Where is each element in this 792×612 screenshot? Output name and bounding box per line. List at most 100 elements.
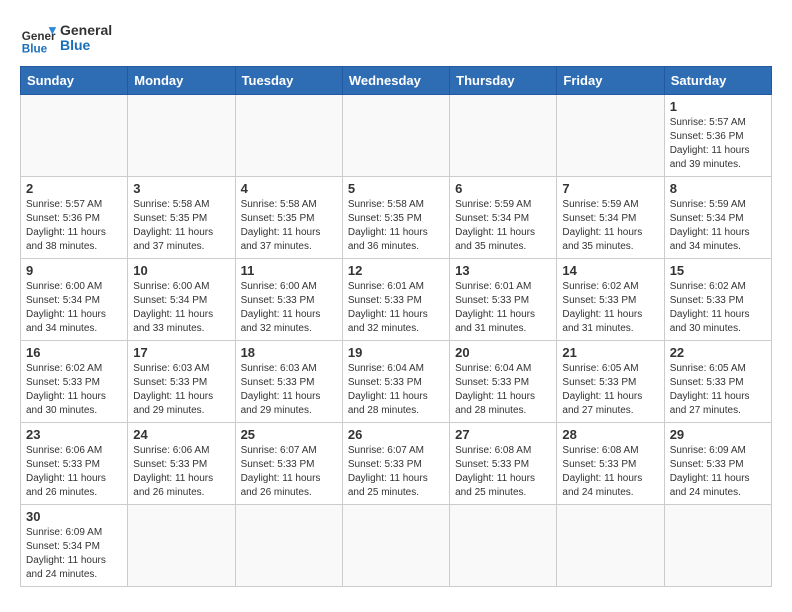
day-info: Sunrise: 5:57 AM Sunset: 5:36 PM Dayligh… [26,198,122,254]
day-number: 1 [670,99,766,114]
day-info: Sunrise: 6:05 AM Sunset: 5:33 PM Dayligh… [670,362,766,418]
day-number: 23 [26,427,122,442]
day-number: 30 [26,509,122,524]
day-number: 18 [241,345,337,360]
day-info: Sunrise: 5:58 AM Sunset: 5:35 PM Dayligh… [133,198,229,254]
calendar-cell: 28 Sunrise: 6:08 AM Sunset: 5:33 PM Dayli… [557,423,664,505]
day-number: 11 [241,263,337,278]
day-number: 2 [26,181,122,196]
calendar-cell [450,505,557,587]
weekday-header-wednesday: Wednesday [342,67,449,95]
calendar-cell: 14Sunrise: 6:02 AM Sunset: 5:33 PM Dayli… [557,259,664,341]
calendar-cell [235,505,342,587]
calendar-cell: 3 Sunrise: 5:58 AM Sunset: 5:35 PM Daylig… [128,177,235,259]
day-number: 12 [348,263,444,278]
calendar-week-row: 16 Sunrise: 6:02 AM Sunset: 5:33 PM Dayli… [21,341,772,423]
day-number: 6 [455,181,551,196]
calendar-cell: 9 Sunrise: 6:00 AM Sunset: 5:34 PM Daylig… [21,259,128,341]
calendar-cell: 13 Sunrise: 6:01 AM Sunset: 5:33 PM Dayli… [450,259,557,341]
day-number: 17 [133,345,229,360]
calendar-cell [342,95,449,177]
day-info: Sunrise: 6:03 AM Sunset: 5:33 PM Dayligh… [241,362,337,418]
calendar-cell: 23 Sunrise: 6:06 AM Sunset: 5:33 PM Dayli… [21,423,128,505]
day-number: 27 [455,427,551,442]
day-number: 29 [670,427,766,442]
weekday-header-row: SundayMondayTuesdayWednesdayThursdayFrid… [21,67,772,95]
weekday-header-monday: Monday [128,67,235,95]
day-info: Sunrise: 6:04 AM Sunset: 5:33 PM Dayligh… [348,362,444,418]
day-number: 19 [348,345,444,360]
calendar-cell: 29Sunrise: 6:09 AM Sunset: 5:33 PM Dayli… [664,423,771,505]
calendar-week-row: 2 Sunrise: 5:57 AM Sunset: 5:36 PM Daylig… [21,177,772,259]
calendar-cell [557,95,664,177]
day-info: Sunrise: 6:09 AM Sunset: 5:34 PM Dayligh… [26,526,122,582]
day-number: 26 [348,427,444,442]
day-info: Sunrise: 6:02 AM Sunset: 5:33 PM Dayligh… [670,280,766,336]
calendar-cell: 30 Sunrise: 6:09 AM Sunset: 5:34 PM Dayli… [21,505,128,587]
calendar-cell: 1Sunrise: 5:57 AM Sunset: 5:36 PM Daylig… [664,95,771,177]
day-info: Sunrise: 6:01 AM Sunset: 5:33 PM Dayligh… [455,280,551,336]
calendar-cell [664,505,771,587]
calendar-cell [235,95,342,177]
day-number: 9 [26,263,122,278]
calendar-cell: 18 Sunrise: 6:03 AM Sunset: 5:33 PM Dayli… [235,341,342,423]
calendar-cell: 6Sunrise: 5:59 AM Sunset: 5:34 PM Daylig… [450,177,557,259]
day-info: Sunrise: 5:59 AM Sunset: 5:34 PM Dayligh… [562,198,658,254]
day-info: Sunrise: 6:06 AM Sunset: 5:33 PM Dayligh… [133,444,229,500]
calendar-cell: 10Sunrise: 6:00 AM Sunset: 5:34 PM Dayli… [128,259,235,341]
day-info: Sunrise: 6:04 AM Sunset: 5:33 PM Dayligh… [455,362,551,418]
day-info: Sunrise: 6:00 AM Sunset: 5:34 PM Dayligh… [26,280,122,336]
day-info: Sunrise: 6:00 AM Sunset: 5:34 PM Dayligh… [133,280,229,336]
day-number: 21 [562,345,658,360]
weekday-header-thursday: Thursday [450,67,557,95]
calendar-cell: 19 Sunrise: 6:04 AM Sunset: 5:33 PM Dayli… [342,341,449,423]
day-number: 5 [348,181,444,196]
day-info: Sunrise: 6:06 AM Sunset: 5:33 PM Dayligh… [26,444,122,500]
calendar-week-row: 9 Sunrise: 6:00 AM Sunset: 5:34 PM Daylig… [21,259,772,341]
logo-blue-text: Blue [60,38,112,53]
day-number: 28 [562,427,658,442]
calendar-cell: 20 Sunrise: 6:04 AM Sunset: 5:33 PM Dayli… [450,341,557,423]
day-info: Sunrise: 6:07 AM Sunset: 5:33 PM Dayligh… [241,444,337,500]
day-info: Sunrise: 6:08 AM Sunset: 5:33 PM Dayligh… [562,444,658,500]
weekday-header-sunday: Sunday [21,67,128,95]
weekday-header-friday: Friday [557,67,664,95]
day-number: 22 [670,345,766,360]
calendar-cell: 5Sunrise: 5:58 AM Sunset: 5:35 PM Daylig… [342,177,449,259]
calendar-cell [21,95,128,177]
day-number: 3 [133,181,229,196]
day-number: 16 [26,345,122,360]
calendar-cell: 7 Sunrise: 5:59 AM Sunset: 5:34 PM Daylig… [557,177,664,259]
calendar-cell: 22 Sunrise: 6:05 AM Sunset: 5:33 PM Dayli… [664,341,771,423]
day-info: Sunrise: 6:02 AM Sunset: 5:33 PM Dayligh… [562,280,658,336]
logo-icon: General Blue [20,20,56,56]
day-number: 20 [455,345,551,360]
day-number: 7 [562,181,658,196]
calendar-cell [128,95,235,177]
day-info: Sunrise: 6:00 AM Sunset: 5:33 PM Dayligh… [241,280,337,336]
calendar-cell: 26 Sunrise: 6:07 AM Sunset: 5:33 PM Dayli… [342,423,449,505]
calendar-cell: 16 Sunrise: 6:02 AM Sunset: 5:33 PM Dayli… [21,341,128,423]
weekday-header-saturday: Saturday [664,67,771,95]
calendar-cell: 24Sunrise: 6:06 AM Sunset: 5:33 PM Dayli… [128,423,235,505]
calendar-cell: 17 Sunrise: 6:03 AM Sunset: 5:33 PM Dayli… [128,341,235,423]
day-info: Sunrise: 5:59 AM Sunset: 5:34 PM Dayligh… [670,198,766,254]
calendar-cell: 4Sunrise: 5:58 AM Sunset: 5:35 PM Daylig… [235,177,342,259]
calendar-cell [128,505,235,587]
day-number: 13 [455,263,551,278]
logo: General Blue General Blue [20,20,112,56]
weekday-header-tuesday: Tuesday [235,67,342,95]
calendar-cell: 15Sunrise: 6:02 AM Sunset: 5:33 PM Dayli… [664,259,771,341]
day-number: 25 [241,427,337,442]
day-info: Sunrise: 6:02 AM Sunset: 5:33 PM Dayligh… [26,362,122,418]
calendar-cell [342,505,449,587]
calendar-cell [557,505,664,587]
day-number: 4 [241,181,337,196]
day-number: 8 [670,181,766,196]
day-info: Sunrise: 6:07 AM Sunset: 5:33 PM Dayligh… [348,444,444,500]
day-info: Sunrise: 6:03 AM Sunset: 5:33 PM Dayligh… [133,362,229,418]
logo-general-text: General [60,23,112,38]
calendar-table: SundayMondayTuesdayWednesdayThursdayFrid… [20,66,772,587]
calendar-cell [450,95,557,177]
day-info: Sunrise: 6:08 AM Sunset: 5:33 PM Dayligh… [455,444,551,500]
